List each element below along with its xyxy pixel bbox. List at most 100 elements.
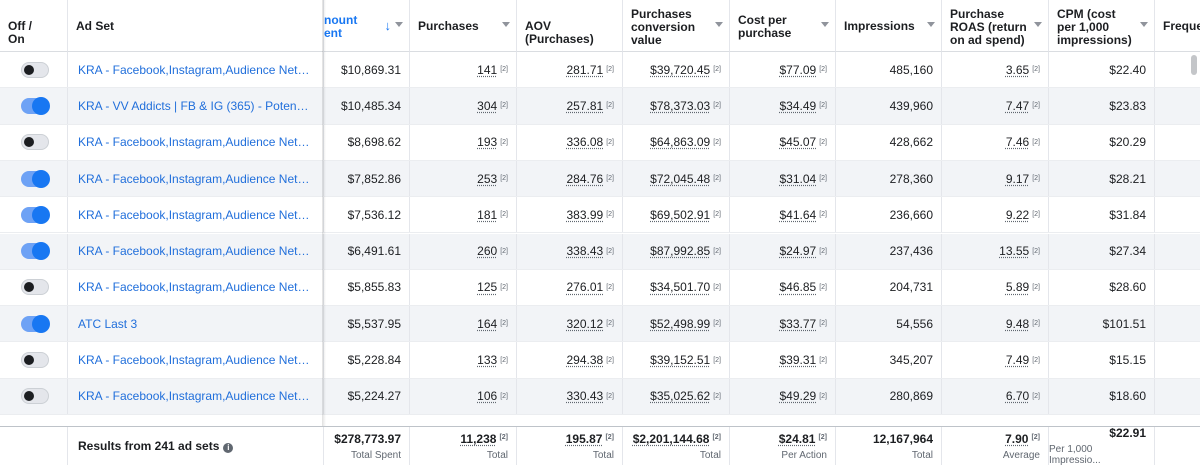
value-roas[interactable]: 7.49 bbox=[1006, 353, 1029, 367]
toggle-off[interactable] bbox=[21, 61, 49, 78]
ad-set-link[interactable]: KRA - Facebook,Instagram,Audience Networ… bbox=[78, 208, 310, 222]
ad-set-link[interactable]: KRA - Facebook,Instagram,Audience Networ… bbox=[78, 389, 310, 403]
value-aov[interactable]: 320.12 bbox=[567, 317, 604, 331]
value-aov[interactable]: 338.43 bbox=[567, 244, 604, 258]
table-row[interactable]: KRA - Facebook,Instagram,Audience Networ… bbox=[0, 233, 1200, 270]
table-row[interactable]: KRA - Facebook,Instagram,Audience Networ… bbox=[0, 197, 1200, 234]
ad-set-link[interactable]: KRA - Facebook,Instagram,Audience Networ… bbox=[78, 172, 310, 186]
value-purchases[interactable]: 125 bbox=[477, 280, 497, 294]
vertical-scrollbar[interactable] bbox=[1191, 55, 1197, 75]
table-row[interactable]: KRA - Facebook,Instagram,Audience Networ… bbox=[0, 124, 1200, 161]
col-header-roas[interactable]: Purchase ROAS (return on ad spend) bbox=[942, 0, 1049, 52]
ad-set-link[interactable]: KRA - Facebook,Instagram,Audience Networ… bbox=[78, 244, 310, 258]
value-purchases[interactable]: 193 bbox=[477, 135, 497, 149]
value-roas[interactable]: 9.48 bbox=[1006, 317, 1029, 331]
chevron-down-icon[interactable] bbox=[821, 22, 829, 27]
col-header-conversion-value[interactable]: Purchases conversion value bbox=[623, 0, 730, 52]
value-roas[interactable]: 9.17 bbox=[1006, 172, 1029, 186]
value-aov[interactable]: 281.71 bbox=[567, 63, 604, 77]
table-row[interactable]: KRA - Facebook,Instagram,Audience Networ… bbox=[0, 378, 1200, 415]
value-purchases[interactable]: 260 bbox=[477, 244, 497, 258]
col-header-amount-spent[interactable]: nount ent ↓ bbox=[324, 0, 410, 52]
toggle-off[interactable] bbox=[21, 352, 49, 369]
col-header-purchases[interactable]: Purchases bbox=[410, 0, 517, 52]
value-conv[interactable]: $39,720.45 bbox=[650, 63, 710, 77]
ad-set-link[interactable]: KRA - Facebook,Instagram,Audience Networ… bbox=[78, 280, 310, 294]
chevron-down-icon[interactable] bbox=[1140, 22, 1148, 27]
value-aov[interactable]: 284.76 bbox=[567, 172, 604, 186]
ad-set-link[interactable]: KRA - Facebook,Instagram,Audience Networ… bbox=[78, 63, 310, 77]
table-row[interactable]: KRA - Facebook,Instagram,Audience Networ… bbox=[0, 52, 1200, 89]
value-conv[interactable]: $34,501.70 bbox=[650, 280, 710, 294]
col-header-cpm[interactable]: CPM (cost per 1,000 impressions) bbox=[1049, 0, 1155, 52]
value-conv[interactable]: $35,025.62 bbox=[650, 389, 710, 403]
col-header-off-on[interactable]: Off / On bbox=[0, 0, 68, 52]
value-aov[interactable]: 257.81 bbox=[567, 99, 604, 113]
toggle-off[interactable] bbox=[21, 279, 49, 296]
chevron-down-icon[interactable] bbox=[715, 22, 723, 27]
value-roas[interactable]: 3.65 bbox=[1006, 63, 1029, 77]
value-conv[interactable]: $72,045.48 bbox=[650, 172, 710, 186]
table-row[interactable]: KRA - VV Addicts | FB & IG (365) - Poten… bbox=[0, 88, 1200, 125]
col-header-cost-per-purchase[interactable]: Cost per purchase bbox=[730, 0, 836, 52]
toggle-on[interactable] bbox=[21, 96, 50, 115]
value-conv[interactable]: $39,152.51 bbox=[650, 353, 710, 367]
value-roas[interactable]: 5.89 bbox=[1006, 280, 1029, 294]
chevron-down-icon[interactable] bbox=[1034, 22, 1042, 27]
toggle-on[interactable] bbox=[21, 314, 50, 333]
ad-set-link[interactable]: KRA - Facebook,Instagram,Audience Networ… bbox=[78, 353, 310, 367]
value-cpp[interactable]: $24.97 bbox=[780, 244, 817, 258]
value-roas[interactable]: 13.55 bbox=[999, 244, 1029, 258]
table-row[interactable]: KRA - Facebook,Instagram,Audience Networ… bbox=[0, 342, 1200, 379]
chevron-down-icon[interactable] bbox=[395, 22, 403, 27]
value-purchases[interactable]: 141 bbox=[477, 63, 497, 77]
toggle-off[interactable] bbox=[21, 388, 49, 405]
ad-set-link[interactable]: KRA - VV Addicts | FB & IG (365) - Poten… bbox=[78, 99, 310, 113]
value-cpp[interactable]: $33.77 bbox=[780, 317, 817, 331]
value-cpp[interactable]: $39.31 bbox=[780, 353, 817, 367]
value-cpp[interactable]: $77.09 bbox=[780, 63, 817, 77]
value-purchases[interactable]: 304 bbox=[477, 99, 497, 113]
value-conv[interactable]: $52,498.99 bbox=[650, 317, 710, 331]
chevron-down-icon[interactable] bbox=[927, 22, 935, 27]
value-aov[interactable]: 294.38 bbox=[567, 353, 604, 367]
value-cpp[interactable]: $41.64 bbox=[780, 208, 817, 222]
value-purchases[interactable]: 253 bbox=[477, 172, 497, 186]
ad-set-link[interactable]: KRA - Facebook,Instagram,Audience Networ… bbox=[78, 135, 310, 149]
value-aov[interactable]: 383.99 bbox=[567, 208, 604, 222]
table-row[interactable]: KRA - Facebook,Instagram,Audience Networ… bbox=[0, 160, 1200, 198]
value-aov[interactable]: 336.08 bbox=[567, 135, 604, 149]
toggle-on[interactable] bbox=[21, 205, 50, 224]
info-icon[interactable]: i bbox=[223, 443, 234, 453]
col-header-impressions[interactable]: Impressions bbox=[836, 0, 942, 52]
toggle-on[interactable] bbox=[21, 169, 50, 188]
value-roas[interactable]: 6.70 bbox=[1006, 389, 1029, 403]
value-conv[interactable]: $87,992.85 bbox=[650, 244, 710, 258]
value-purchases[interactable]: 133 bbox=[477, 353, 497, 367]
col-header-aov[interactable]: AOV (Purchases) bbox=[517, 0, 623, 52]
value-cpp[interactable]: $46.85 bbox=[780, 280, 817, 294]
chevron-down-icon[interactable] bbox=[502, 22, 510, 27]
ad-set-link[interactable]: ATC Last 3 bbox=[78, 317, 137, 331]
toggle-on[interactable] bbox=[21, 242, 50, 261]
value-purchases[interactable]: 106 bbox=[477, 389, 497, 403]
value-cpp[interactable]: $45.07 bbox=[780, 135, 817, 149]
value-conv[interactable]: $78,373.03 bbox=[650, 99, 710, 113]
value-cpp[interactable]: $49.29 bbox=[780, 389, 817, 403]
value-purchases[interactable]: 164 bbox=[477, 317, 497, 331]
value-cpp[interactable]: $31.04 bbox=[780, 172, 817, 186]
value-roas[interactable]: 9.22 bbox=[1006, 208, 1029, 222]
value-conv[interactable]: $69,502.91 bbox=[650, 208, 710, 222]
value-cpp[interactable]: $34.49 bbox=[780, 99, 817, 113]
value-roas[interactable]: 7.47 bbox=[1006, 99, 1029, 113]
col-header-ad-set[interactable]: Ad Set bbox=[68, 0, 324, 52]
col-header-frequency[interactable]: Frequer bbox=[1155, 0, 1200, 52]
value-aov[interactable]: 330.43 bbox=[567, 389, 604, 403]
value-conv[interactable]: $64,863.09 bbox=[650, 135, 710, 149]
sort-descending-icon[interactable]: ↓ bbox=[385, 18, 392, 33]
table-row[interactable]: ATC Last 3 $5,537.95 164 [2] 320.12 [2] $52,49… bbox=[0, 306, 1200, 343]
value-roas[interactable]: 7.46 bbox=[1006, 135, 1029, 149]
toggle-off[interactable] bbox=[21, 134, 49, 151]
value-purchases[interactable]: 181 bbox=[477, 208, 497, 222]
value-aov[interactable]: 276.01 bbox=[567, 280, 604, 294]
